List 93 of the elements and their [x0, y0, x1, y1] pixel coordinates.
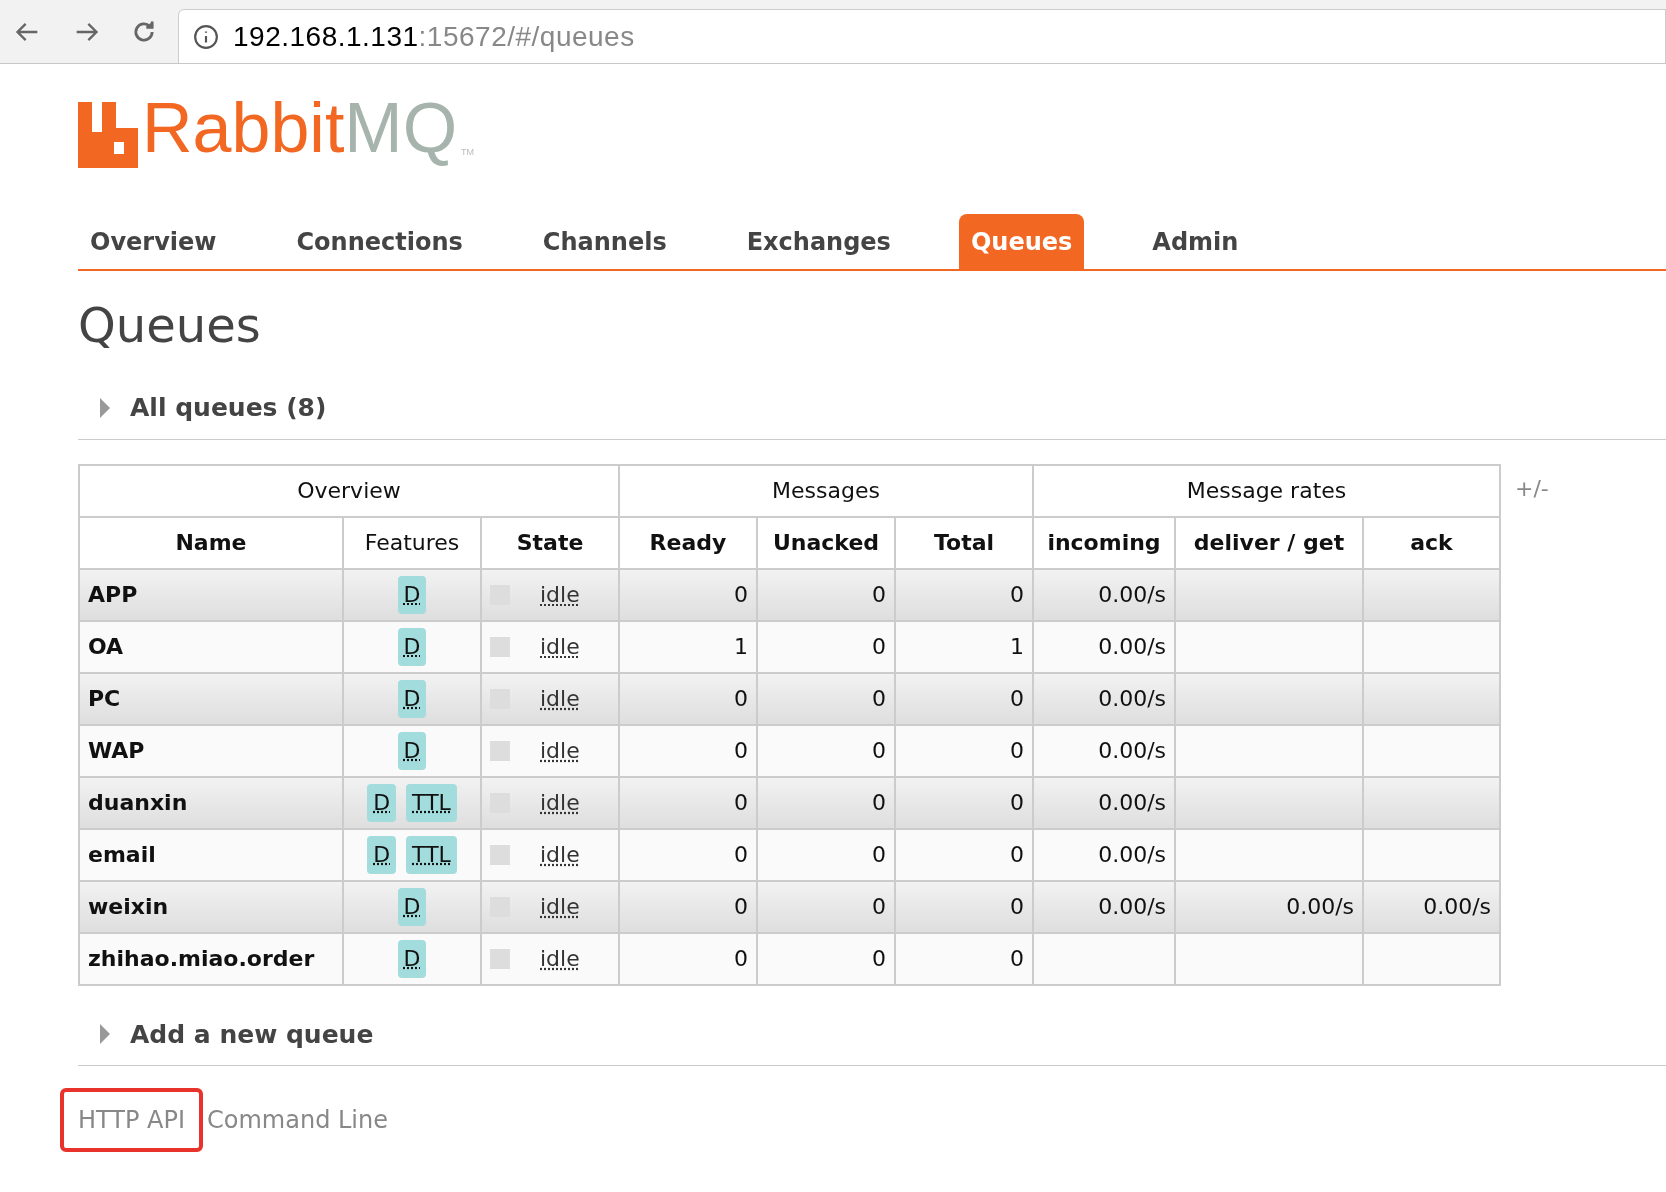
trademark-mark: TM — [461, 146, 475, 158]
queue-name-cell[interactable]: weixin — [79, 880, 343, 933]
table-cell: 0.00/s — [1033, 828, 1175, 881]
column-header[interactable]: Ready — [619, 516, 757, 569]
table-cell: 0 — [757, 776, 895, 829]
feature-tag: D — [397, 627, 427, 666]
table-cell: 0 — [895, 776, 1033, 829]
column-header[interactable]: Features — [343, 516, 481, 569]
feature-tag: D — [397, 679, 427, 718]
table-cell: 0 — [895, 724, 1033, 777]
state-indicator — [490, 844, 510, 865]
logo-wordmark-mq: MQ — [344, 88, 458, 168]
state-label: idle — [540, 841, 580, 869]
table-cell: 0 — [619, 568, 757, 621]
column-header[interactable]: deliver / get — [1175, 516, 1363, 569]
column-header[interactable]: State — [481, 516, 619, 569]
table-cell: 0 — [619, 880, 757, 933]
group-header: Message rates — [1033, 464, 1500, 517]
queue-name-cell[interactable]: OA — [79, 620, 343, 673]
table-cell: 0.00/s — [1175, 880, 1363, 933]
state-label: idle — [540, 789, 580, 817]
queue-name-cell[interactable]: APP — [79, 568, 343, 621]
footer-link[interactable]: HTTP API — [60, 1088, 203, 1152]
table-cell: 0.00/s — [1033, 776, 1175, 829]
state-label: idle — [540, 737, 580, 765]
queue-name-cell[interactable]: zhihao.miao.order — [79, 932, 343, 985]
table-cell: 0 — [895, 828, 1033, 881]
nav-tab[interactable]: Exchanges — [734, 214, 903, 269]
state-label: idle — [540, 685, 580, 713]
table-cell: 0 — [757, 828, 895, 881]
table-cell: 0 — [619, 776, 757, 829]
table-cell: 0.00/s — [1033, 672, 1175, 725]
table-cell: 0 — [757, 932, 895, 985]
state-indicator — [490, 948, 510, 969]
table-cell: 0 — [757, 672, 895, 725]
table-cell: 0.00/s — [1363, 880, 1500, 933]
state-label: idle — [540, 633, 580, 661]
table-cell: 0.00/s — [1033, 620, 1175, 673]
feature-tag: D — [397, 575, 427, 614]
state-label: idle — [540, 945, 580, 973]
feature-tag: D — [367, 835, 397, 874]
table-cell: 0.00/s — [1033, 880, 1175, 933]
nav-tab[interactable]: Channels — [530, 214, 679, 269]
table-cell: 0.00/s — [1033, 724, 1175, 777]
table-cell: 0 — [895, 880, 1033, 933]
table-cell: 0 — [619, 724, 757, 777]
feature-tag: D — [367, 783, 397, 822]
table-cell: 0 — [895, 932, 1033, 985]
column-header[interactable]: incoming — [1033, 516, 1175, 569]
page-title: Queues — [78, 301, 262, 349]
table-cell: 1 — [619, 620, 757, 673]
queue-name-cell[interactable]: email — [79, 828, 343, 881]
table-cell: 0 — [895, 568, 1033, 621]
state-label: idle — [540, 893, 580, 921]
table-cell: 1 — [895, 620, 1033, 673]
feature-tag: TTL — [406, 835, 457, 874]
state-label: idle — [540, 581, 580, 609]
table-cell: 0 — [619, 828, 757, 881]
table-cell: 0 — [619, 932, 757, 985]
group-header: Messages — [619, 464, 1033, 517]
nav-tab[interactable]: Overview — [78, 214, 229, 269]
table-cell: 0 — [895, 672, 1033, 725]
column-header[interactable]: Unacked — [757, 516, 895, 569]
address-path: :15672/#/queues — [418, 20, 635, 52]
queue-name-cell[interactable]: duanxin — [79, 776, 343, 829]
feature-tag: TTL — [406, 783, 457, 822]
table-cell: 0 — [757, 880, 895, 933]
feature-tag: D — [397, 939, 427, 978]
table-cell: 0 — [619, 672, 757, 725]
logo-wordmark-rabbit: Rabbit — [142, 88, 345, 168]
group-header: Overview — [79, 464, 619, 517]
rabbitmq-logo-icon — [78, 102, 138, 168]
nav-tab[interactable]: Connections — [284, 214, 475, 269]
info-icon[interactable] — [193, 23, 219, 50]
table-cell: 0 — [757, 568, 895, 621]
section-toggle[interactable]: Add a new queue — [130, 1015, 374, 1053]
column-header[interactable]: Name — [79, 516, 343, 569]
section-toggle[interactable]: All queues (8) — [130, 389, 327, 427]
table-cell: 0 — [757, 620, 895, 673]
state-indicator — [490, 740, 510, 761]
column-header[interactable]: ack — [1363, 516, 1500, 569]
queue-name-cell[interactable]: PC — [79, 672, 343, 725]
queue-name-cell[interactable]: WAP — [79, 724, 343, 777]
table-cell: 0.00/s — [1033, 568, 1175, 621]
feature-tag: D — [397, 731, 427, 770]
table-cell: 0 — [757, 724, 895, 777]
column-header[interactable]: Total — [895, 516, 1033, 569]
columns-toggle[interactable]: +/- — [1515, 471, 1549, 505]
address-host: 192.168.1.131 — [233, 20, 419, 52]
feature-tag: D — [397, 887, 427, 926]
address-bar[interactable]: 192.168.1.131:15672/#/queues — [178, 9, 1666, 63]
state-indicator — [490, 636, 510, 657]
nav-tab[interactable]: Admin — [1140, 214, 1251, 269]
